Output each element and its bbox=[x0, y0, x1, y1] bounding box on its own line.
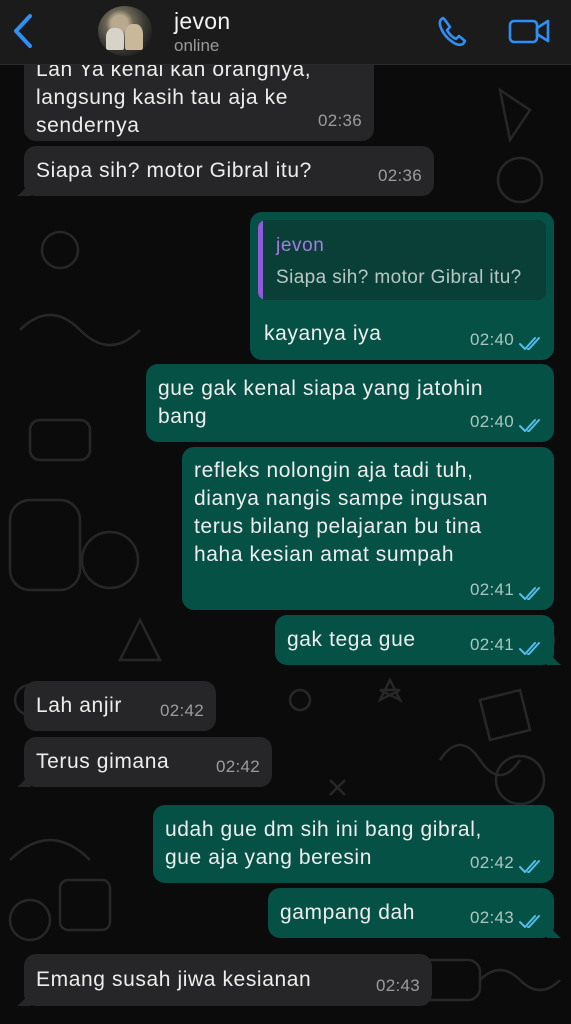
message-text-line: udah gue dm sih ini bang gibral, bbox=[165, 818, 482, 841]
double-check-read-icon bbox=[519, 860, 540, 873]
message-bubble-outgoing[interactable]: jevon Siapa sih? motor Gibral itu? kayan… bbox=[250, 212, 554, 360]
double-check-read-icon bbox=[519, 642, 540, 655]
message-time: 02:43 bbox=[375, 976, 420, 995]
message-text-line: haha kesian amat sumpah bbox=[194, 543, 455, 566]
message-bubble-outgoing[interactable]: refleks nolongin aja tadi tuh, dianya na… bbox=[182, 447, 554, 610]
double-check-read-icon bbox=[519, 419, 540, 432]
message-bubble-incoming[interactable]: Emang susah jiwa kesianan 02:43 bbox=[17, 954, 432, 1006]
message-bubble-incoming[interactable]: Lah anjir 02:42 bbox=[24, 681, 216, 731]
message-text: Siapa sih? motor Gibral itu? bbox=[36, 159, 312, 182]
bubble-tail bbox=[17, 771, 31, 787]
bubble-tail bbox=[17, 990, 31, 1006]
message-text-line: langsung kasih tau aja ke bbox=[36, 86, 288, 109]
quoted-text: Siapa sih? motor Gibral itu? bbox=[276, 267, 522, 288]
double-check-read-icon bbox=[519, 337, 540, 350]
contact-status: online bbox=[174, 36, 220, 55]
message-text-line: dianya nangis sampe ingusan bbox=[194, 487, 489, 510]
message-bubble-outgoing[interactable]: udah gue dm sih ini bang gibral, gue aja… bbox=[153, 805, 554, 883]
message-text-line: sendernya bbox=[36, 114, 140, 137]
message-time: 02:41 bbox=[469, 635, 514, 654]
double-check-read-icon bbox=[519, 915, 540, 928]
message-time: 02:36 bbox=[377, 166, 422, 185]
message-time: 02:42 bbox=[469, 853, 514, 872]
quote-accent-bar bbox=[258, 220, 263, 300]
avatar[interactable] bbox=[98, 6, 152, 56]
message-time: 02:42 bbox=[159, 701, 204, 720]
message-time: 02:41 bbox=[469, 580, 514, 599]
bubble-tail bbox=[547, 922, 561, 938]
bubble-tail bbox=[547, 649, 561, 665]
quoted-message[interactable]: jevon Siapa sih? motor Gibral itu? bbox=[258, 220, 546, 300]
message-time: 02:36 bbox=[317, 111, 362, 130]
message-bubble-outgoing[interactable]: gue gak kenal siapa yang jatohin bang 02… bbox=[146, 364, 554, 442]
quoted-author: jevon bbox=[276, 235, 325, 256]
message-bubble-incoming[interactable]: Terus gimana 02:42 bbox=[17, 737, 272, 787]
phone-icon[interactable] bbox=[436, 14, 470, 48]
double-check-read-icon bbox=[519, 587, 540, 600]
chat-header: jevon online bbox=[0, 0, 571, 65]
message-text: kayanya iya bbox=[264, 322, 382, 345]
chevron-left-icon[interactable] bbox=[10, 12, 38, 50]
message-time: 02:40 bbox=[469, 412, 514, 431]
message-time: 02:43 bbox=[469, 908, 514, 927]
message-bubble-incoming[interactable]: Siapa sih? motor Gibral itu? 02:36 bbox=[17, 146, 434, 196]
message-bubble-outgoing[interactable]: gak tega gue 02:41 bbox=[275, 615, 561, 665]
message-text: Emang susah jiwa kesianan bbox=[36, 968, 312, 991]
message-time: 02:42 bbox=[215, 757, 260, 776]
video-camera-icon[interactable] bbox=[508, 16, 550, 46]
bubble-tail bbox=[17, 180, 31, 196]
message-text-line: gue gak kenal siapa yang jatohin bbox=[158, 377, 484, 400]
message-time: 02:40 bbox=[469, 330, 514, 349]
message-bubble-outgoing[interactable]: gampang dah 02:43 bbox=[268, 888, 561, 938]
message-text-line: refleks nolongin aja tadi tuh, bbox=[194, 459, 474, 482]
message-text-line: terus bilang pelajaran bu tina bbox=[194, 515, 482, 538]
contact-name[interactable]: jevon bbox=[174, 8, 230, 35]
